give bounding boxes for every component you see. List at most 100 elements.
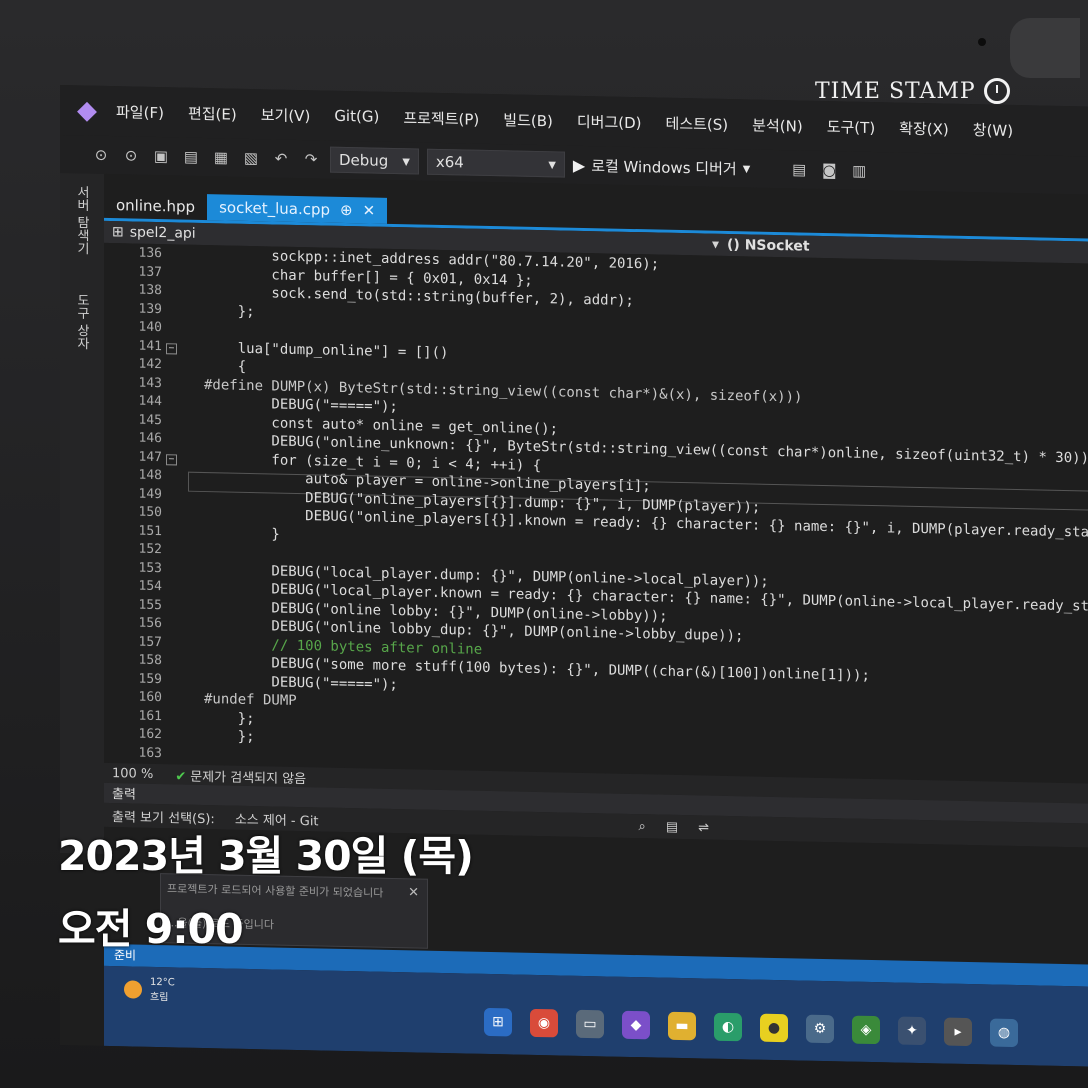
line-number: 145 bbox=[138, 412, 162, 428]
code-line: } bbox=[204, 524, 280, 543]
save-icon[interactable]: ▦ bbox=[210, 148, 232, 166]
timestamp-watermark: TIME STAMP bbox=[815, 78, 1010, 104]
network-icon[interactable]: ◍ bbox=[990, 1018, 1018, 1048]
line-number: 156 bbox=[138, 615, 162, 632]
word-wrap-icon[interactable]: ⇌ bbox=[698, 820, 709, 835]
line-number: 143 bbox=[138, 375, 162, 391]
open-folder-icon[interactable]: ▤ bbox=[180, 148, 202, 166]
folder-icon[interactable]: ▬ bbox=[668, 1011, 696, 1041]
scope-value: spel2_api bbox=[129, 224, 196, 242]
settings-icon[interactable]: ⚙ bbox=[806, 1014, 834, 1044]
line-number-gutter: 136 137 138 139 140 141 142 143 144 145 146 147 148 1… bbox=[104, 243, 177, 779]
toolbox-tab[interactable]: 도구 상자 bbox=[72, 293, 91, 350]
visual-studio-logo-icon[interactable]: ◆ bbox=[72, 95, 102, 126]
side-tool-strip: 서버 탐색기 도구 상자 bbox=[60, 173, 104, 854]
line-number: 142 bbox=[138, 356, 162, 373]
line-number: 153 bbox=[138, 560, 162, 576]
menu-build[interactable]: 빌드(B) bbox=[503, 109, 553, 131]
configuration-select[interactable]: Debug ▾ bbox=[330, 146, 419, 175]
server-explorer-tab[interactable]: 서버 탐색기 bbox=[72, 185, 91, 255]
line-number: 161 bbox=[138, 708, 162, 724]
tab-socket-lua-cpp[interactable]: socket_lua.cpp ⊕ ✕ bbox=[207, 194, 388, 224]
line-number: 162 bbox=[138, 726, 162, 743]
undo-icon[interactable]: ↶ bbox=[270, 149, 292, 167]
line-number: 154 bbox=[138, 578, 162, 595]
terminal-icon[interactable]: ▸ bbox=[944, 1017, 972, 1047]
line-number: 149 bbox=[138, 486, 162, 502]
member-dropdown[interactable]: () NSocket bbox=[727, 237, 810, 255]
pin-icon[interactable]: ⊕ bbox=[340, 201, 353, 219]
line-number: 144 bbox=[138, 393, 162, 410]
clear-icon[interactable]: ▤ bbox=[666, 819, 678, 834]
tab-label: socket_lua.cpp bbox=[219, 198, 331, 219]
menu-project[interactable]: 프로젝트(P) bbox=[403, 107, 479, 130]
line-number: 136 bbox=[138, 245, 162, 262]
close-icon[interactable]: ✕ bbox=[363, 201, 376, 219]
menu-tools[interactable]: 도구(T) bbox=[827, 116, 875, 138]
windows-icon[interactable]: ⊞ bbox=[484, 1007, 512, 1037]
configuration-value: Debug bbox=[339, 150, 389, 170]
menu-git[interactable]: Git(G) bbox=[334, 107, 379, 126]
start-debugging-button[interactable]: ▶ 로컬 Windows 디버거 ▾ bbox=[573, 154, 750, 179]
line-number: 139 bbox=[138, 301, 162, 317]
issues-indicator[interactable]: ✔ 문제가 검색되지 않음 bbox=[175, 765, 306, 787]
platform-value: x64 bbox=[435, 152, 464, 172]
overlay-time: 오전 9:00 bbox=[58, 905, 244, 953]
new-file-icon[interactable]: ▣ bbox=[150, 147, 172, 165]
check-circle-icon: ✔ bbox=[175, 768, 187, 785]
chrome-icon[interactable]: ◉ bbox=[530, 1008, 558, 1038]
find-icon[interactable]: ⌕ bbox=[639, 819, 646, 834]
weather-temp: 12°C bbox=[150, 976, 175, 989]
line-number: 147 bbox=[138, 449, 162, 465]
line-number: 148 bbox=[138, 467, 162, 484]
code-line: { bbox=[204, 358, 247, 375]
save-all-icon[interactable]: ▧ bbox=[240, 149, 262, 167]
issues-label: 문제가 검색되지 않음 bbox=[190, 769, 307, 787]
back-icon[interactable]: ⊙ bbox=[90, 146, 112, 164]
close-icon[interactable]: ✕ bbox=[408, 885, 419, 900]
code-line: sock.send_to(std::string(buffer, 2), add… bbox=[204, 284, 634, 310]
chevron-down-icon: ▾ bbox=[402, 152, 410, 171]
layout-icon[interactable]: ▥ bbox=[848, 162, 870, 180]
tab-online-hpp[interactable]: online.hpp bbox=[104, 192, 207, 220]
git-icon[interactable]: ◈ bbox=[852, 1015, 880, 1045]
steam-icon[interactable]: ✦ bbox=[898, 1016, 926, 1046]
line-number: 160 bbox=[138, 689, 162, 706]
code-editor[interactable]: 136 137 138 139 140 141 142 143 144 145 146 147 148 1… bbox=[104, 242, 1088, 784]
kakao-icon[interactable]: ● bbox=[760, 1013, 788, 1043]
edge-icon[interactable]: ◐ bbox=[714, 1012, 742, 1042]
camera-icon[interactable]: ◙ bbox=[818, 161, 840, 179]
line-number: 163 bbox=[138, 745, 162, 761]
menu-window[interactable]: 창(W) bbox=[973, 119, 1013, 141]
line-number: 158 bbox=[138, 652, 162, 669]
redo-icon[interactable]: ↷ bbox=[300, 150, 322, 168]
line-number: 152 bbox=[138, 541, 162, 558]
menu-debug[interactable]: 디버그(D) bbox=[577, 110, 642, 132]
chevron-down-icon: ▾ bbox=[742, 159, 751, 178]
folder-icon[interactable]: ▤ bbox=[788, 160, 810, 178]
chevron-down-icon[interactable]: ▾ bbox=[712, 237, 719, 253]
weather-widget[interactable]: 12°C 흐림 bbox=[124, 976, 175, 1003]
clock-icon bbox=[983, 78, 1010, 104]
line-number: 140 bbox=[138, 319, 162, 336]
visual-studio-icon[interactable]: ◆ bbox=[622, 1010, 650, 1040]
zoom-level[interactable]: 100 % bbox=[112, 766, 153, 782]
menu-extensions[interactable]: 확장(X) bbox=[899, 117, 949, 139]
overlay-date: 2023년 3월 30일 (목) bbox=[58, 832, 474, 880]
forward-icon[interactable]: ⊙ bbox=[120, 146, 142, 164]
platform-select[interactable]: x64 ▾ bbox=[426, 148, 565, 178]
code-line: }; bbox=[204, 302, 255, 320]
line-number: 159 bbox=[138, 671, 162, 687]
chat-icon[interactable]: ▭ bbox=[576, 1009, 604, 1039]
chevron-down-icon: ▾ bbox=[548, 155, 556, 174]
code-line: lua["dump_online"] = []() bbox=[204, 339, 449, 361]
line-number: 141 bbox=[138, 338, 162, 354]
menu-file[interactable]: 파일(F) bbox=[116, 101, 164, 123]
menu-edit[interactable]: 편집(E) bbox=[188, 102, 237, 124]
menu-analyze[interactable]: 분석(N) bbox=[752, 114, 803, 136]
menu-test[interactable]: 테스트(S) bbox=[666, 112, 729, 134]
menu-view[interactable]: 보기(V) bbox=[261, 104, 311, 126]
taskbar-icons: ⊞ ◉ ▭ ◆ ▬ ◐ ● ⚙ ◈ ✦ ▸ ◍ bbox=[484, 1007, 1018, 1048]
fold-toggle-icon[interactable]: − bbox=[166, 453, 177, 465]
fold-toggle-icon[interactable]: − bbox=[166, 342, 177, 354]
